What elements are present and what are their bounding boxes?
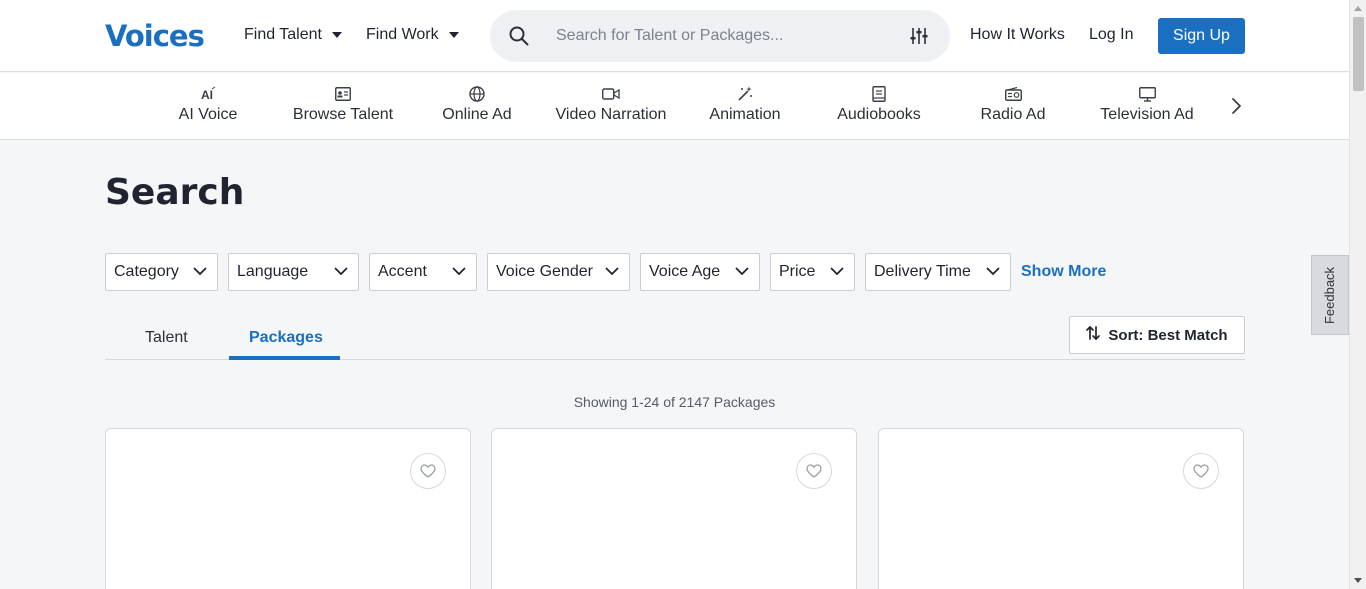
find-work-menu[interactable]: Find Work	[366, 26, 459, 44]
book-icon	[872, 86, 886, 102]
heart-icon[interactable]	[410, 453, 446, 489]
package-card[interactable]	[491, 428, 857, 589]
chevron-down-icon	[334, 263, 348, 281]
voices-logo[interactable]: Voices	[105, 19, 205, 53]
how-it-works-link[interactable]: How It Works	[970, 26, 1065, 44]
magic-wand-icon	[737, 86, 753, 102]
log-in-link[interactable]: Log In	[1089, 26, 1133, 44]
chevron-down-icon	[735, 263, 749, 281]
feedback-tab[interactable]: Feedback	[1311, 255, 1349, 335]
site-header: Voices Find Talent Find Work How It Work…	[0, 0, 1349, 72]
category-label: Television Ad	[1100, 106, 1194, 123]
filter-sliders-icon[interactable]	[910, 27, 928, 50]
category-video-narration[interactable]: Video Narration	[544, 73, 678, 139]
chevron-down-icon	[452, 263, 466, 281]
caret-down-icon	[331, 32, 342, 38]
find-work-label: Find Work	[366, 26, 439, 43]
id-card-icon	[335, 86, 351, 102]
filter-label: Accent	[378, 263, 427, 280]
category-online-ad[interactable]: Online Ad	[410, 73, 544, 139]
filter-label: Voice Gender	[496, 263, 593, 280]
search-input[interactable]	[556, 24, 876, 48]
ai-icon: AI	[200, 86, 216, 102]
scroll-up-arrow-icon[interactable]	[1354, 6, 1362, 11]
filter-voice-age[interactable]: Voice Age	[640, 253, 760, 291]
tab-talent[interactable]: Talent	[145, 329, 188, 347]
video-camera-icon	[602, 86, 620, 102]
category-television-ad[interactable]: Television Ad	[1080, 73, 1214, 139]
category-audiobooks[interactable]: Audiobooks	[812, 73, 946, 139]
chevron-down-icon	[193, 263, 207, 281]
package-card[interactable]	[878, 428, 1244, 589]
sign-up-button[interactable]: Sign Up	[1158, 18, 1245, 54]
show-more-link[interactable]: Show More	[1021, 263, 1106, 281]
tab-packages[interactable]: Packages	[249, 329, 323, 347]
page-title: Search	[105, 172, 245, 213]
filter-label: Delivery Time	[874, 263, 971, 280]
chevron-down-icon	[605, 263, 619, 281]
globe-icon	[469, 86, 485, 102]
filter-label: Voice Age	[649, 263, 721, 280]
chevron-right-icon[interactable]	[1226, 96, 1246, 121]
sort-button[interactable]: Sort: Best Match	[1069, 316, 1245, 354]
filter-label: Language	[237, 263, 309, 280]
sort-arrows-icon	[1086, 325, 1101, 345]
category-ai-voice[interactable]: AI AI Voice	[141, 73, 275, 139]
sort-label: Sort: Best Match	[1108, 326, 1228, 344]
category-label: Audiobooks	[837, 106, 921, 123]
chevron-down-icon	[986, 263, 1000, 281]
feedback-label: Feedback	[1322, 266, 1338, 324]
scroll-down-arrow-icon[interactable]	[1354, 578, 1362, 583]
category-animation[interactable]: Animation	[678, 73, 812, 139]
caret-down-icon	[448, 32, 459, 38]
find-talent-label: Find Talent	[244, 26, 322, 43]
heart-icon[interactable]	[1183, 453, 1219, 489]
search-icon[interactable]	[509, 26, 529, 51]
package-card[interactable]	[105, 428, 471, 589]
filter-price[interactable]: Price	[770, 253, 855, 291]
find-talent-menu[interactable]: Find Talent	[244, 26, 342, 44]
search-bar	[490, 10, 950, 62]
filter-label: Category	[114, 263, 179, 280]
filter-label: Price	[779, 263, 816, 280]
page-scrollbar[interactable]	[1349, 0, 1366, 589]
monitor-icon	[1138, 86, 1156, 102]
filter-category[interactable]: Category	[105, 253, 218, 291]
filter-language[interactable]: Language	[228, 253, 359, 291]
category-label: Radio Ad	[980, 106, 1046, 123]
category-label: Online Ad	[442, 106, 512, 123]
filter-voice-gender[interactable]: Voice Gender	[487, 253, 630, 291]
heart-icon[interactable]	[796, 453, 832, 489]
chevron-down-icon	[830, 263, 844, 281]
category-label: Video Narration	[555, 106, 667, 123]
filter-accent[interactable]: Accent	[369, 253, 477, 291]
category-radio-ad[interactable]: Radio Ad	[946, 73, 1080, 139]
results-count: Showing 1-24 of 2147 Packages	[573, 394, 776, 410]
filter-delivery-time[interactable]: Delivery Time	[865, 253, 1011, 291]
scrollbar-thumb[interactable]	[1353, 17, 1364, 91]
category-label: Animation	[709, 106, 781, 123]
category-browse-talent[interactable]: Browse Talent	[276, 73, 410, 139]
active-tab-indicator	[229, 356, 340, 360]
category-bar: AI AI Voice Browse Talent Online Ad Vide…	[0, 73, 1349, 140]
category-label: Browse Talent	[292, 106, 394, 123]
svg-text:AI: AI	[201, 88, 213, 102]
radio-icon	[1004, 86, 1022, 102]
category-label: AI Voice	[178, 106, 238, 123]
